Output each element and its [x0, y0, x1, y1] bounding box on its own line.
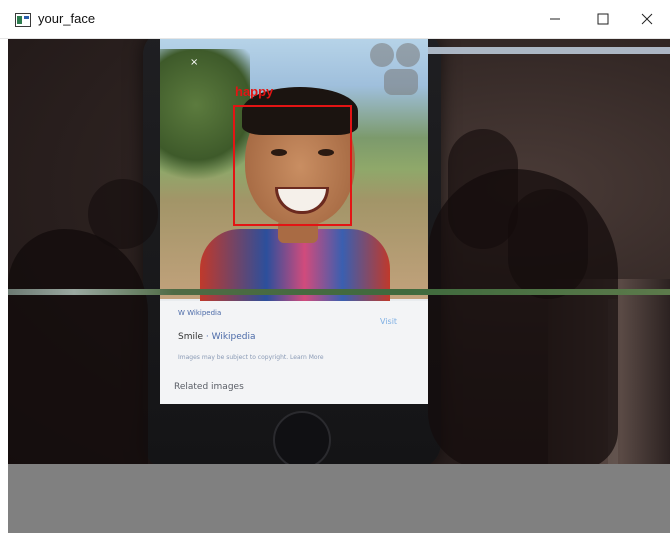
scan-line-middle	[8, 289, 670, 295]
close-button[interactable]	[624, 0, 670, 38]
wiki-card: W Wikipedia Visit Smile · Wikipedia Imag…	[160, 301, 428, 404]
close-glyph: ×	[190, 57, 199, 68]
camera-frame: × W Wikipedia Visit Smile · Wikipedia Im…	[8, 39, 670, 464]
related-images-label: Related images	[174, 382, 244, 392]
minimize-button[interactable]	[532, 0, 578, 38]
maximize-button[interactable]	[580, 0, 626, 38]
window-titlebar: your_face	[0, 0, 670, 39]
app-icon	[15, 13, 31, 27]
maximize-icon	[597, 13, 609, 25]
screen-control-circle	[396, 43, 420, 67]
wiki-title-sub: · Wikipedia	[205, 332, 256, 342]
phone-home-button	[273, 411, 331, 464]
window-left-border	[0, 39, 8, 533]
right-finger	[508, 189, 588, 299]
screen-control-circle	[370, 43, 394, 67]
wiki-visit-link: Visit	[380, 317, 398, 326]
screen-control-circle	[384, 69, 418, 95]
left-fingertip	[88, 179, 158, 249]
wiki-title-main: Smile	[178, 332, 204, 342]
wiki-source: W Wikipedia	[178, 309, 222, 317]
minimize-icon	[550, 18, 560, 20]
wiki-title: Smile · Wikipedia	[178, 332, 256, 342]
close-icon	[641, 13, 653, 25]
window-title: your_face	[38, 11, 96, 26]
empty-frame-area	[8, 464, 670, 533]
scan-line-top	[428, 47, 670, 54]
left-hand	[8, 229, 148, 464]
emotion-label: happy	[235, 84, 274, 99]
face-detection-box	[233, 105, 352, 226]
wiki-copyright-note: Images may be subject to copyright. Lear…	[178, 354, 324, 361]
